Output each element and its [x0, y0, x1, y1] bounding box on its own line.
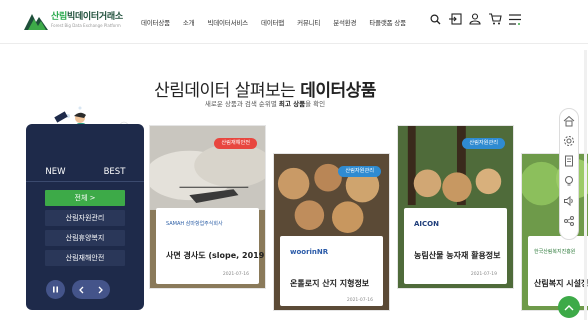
search-icon[interactable]: [428, 12, 442, 26]
logo-subtitle: Forest Big Data Exchange Platform: [51, 22, 121, 28]
nav-other-platforms[interactable]: 타플랫폼 상품: [369, 17, 406, 27]
user-icon[interactable]: [468, 12, 482, 26]
settings-icon[interactable]: [563, 135, 575, 147]
header-icons: [428, 12, 528, 26]
nav-community[interactable]: 커뮤니티: [297, 17, 320, 27]
tab-new[interactable]: NEW: [26, 162, 85, 181]
category-menu: 전체 > 산림자원관리 산림휴양복지 산림재해안전: [45, 190, 125, 270]
prev-icon[interactable]: [78, 286, 85, 294]
card-body: AICON 농림산물 농자재 활용정보 2021-07-19: [404, 208, 507, 284]
document-icon[interactable]: [563, 155, 575, 167]
card-date: 2021-07-16: [346, 298, 373, 303]
nav-about[interactable]: 소개: [183, 17, 195, 27]
page-scrollbar[interactable]: [584, 50, 587, 320]
panel-tabs: NEW BEST: [26, 162, 144, 182]
card-company-logo: 한국산림복지진흥원: [534, 249, 576, 255]
quick-menu: [559, 108, 579, 240]
nav-data-products[interactable]: 데이터상품: [141, 17, 170, 27]
next-icon[interactable]: [97, 286, 104, 294]
cart-icon[interactable]: [488, 12, 502, 26]
product-card[interactable]: 산림자원관리 woorinNR 온톨로지 산지 지형정보 2021-07-16: [273, 153, 390, 311]
category-forest-recreation-button[interactable]: 산림휴양복지: [45, 230, 125, 246]
tab-best[interactable]: BEST: [85, 162, 144, 181]
chevron-up-icon: [564, 304, 574, 310]
card-category-badge: 산림자원관리: [338, 166, 381, 177]
card-title: 사면 경사도 (slope, 2019): [166, 251, 266, 260]
card-category-badge: 산림자원관리: [462, 138, 505, 149]
card-category-badge: 산림재해안전: [214, 138, 257, 149]
nav-analysis-env[interactable]: 분석환경: [333, 17, 356, 27]
card-title: 농림산물 농자재 활용정보: [414, 251, 501, 260]
card-date: 2021-07-16: [222, 272, 249, 277]
card-date: 2021-07-19: [470, 272, 497, 277]
logo-mountain-icon: [24, 14, 48, 30]
speaker-icon[interactable]: [563, 195, 575, 207]
card-body: SAMAH 삼마항업주식회사 사면 경사도 (slope, 2019) 2021…: [156, 208, 265, 284]
category-forest-resources-button[interactable]: 산림자원관리: [45, 210, 125, 226]
site-logo[interactable]: 산림빅데이터거래소 Forest Big Data Exchange Platf…: [24, 10, 123, 30]
share-icon[interactable]: [563, 215, 575, 227]
pause-button[interactable]: [46, 280, 65, 299]
pause-icon: [53, 286, 58, 293]
category-forest-disaster-button[interactable]: 산림재해안전: [45, 250, 125, 266]
login-icon[interactable]: [448, 12, 462, 26]
main-nav: 데이터상품 소개 빅데이터서비스 데이터맵 커뮤니티 분석환경 타플랫폼 상품: [141, 17, 419, 27]
nav-data-map[interactable]: 데이터맵: [261, 17, 284, 27]
nav-bigdata-service[interactable]: 빅데이터서비스: [207, 17, 248, 27]
card-company-logo: AICON: [414, 220, 439, 228]
scroll-top-button[interactable]: [558, 296, 580, 318]
slider-controls: [46, 280, 117, 299]
card-title: 산림복지 시설정: [534, 279, 588, 288]
card-body: woorinNR 온톨로지 산지 지형정보 2021-07-16: [280, 236, 383, 306]
site-header: 산림빅데이터거래소 Forest Big Data Exchange Platf…: [0, 0, 588, 44]
product-card[interactable]: 산림자원관리 AICON 농림산물 농자재 활용정보 2021-07-19: [397, 125, 514, 289]
card-body: 한국산림복지진흥원 산림복지 시설정: [528, 236, 588, 306]
logo-title: 산림빅데이터거래소: [51, 11, 123, 22]
home-icon[interactable]: [563, 115, 575, 127]
menu-icon[interactable]: [508, 12, 522, 26]
category-panel: NEW BEST 전체 > 산림자원관리 산림휴양복지 산림재해안전: [26, 124, 144, 310]
card-company-logo: woorinNR: [290, 248, 329, 256]
product-card[interactable]: 산림재해안전 SAMAH 삼마항업주식회사 사면 경사도 (slope, 201…: [149, 125, 266, 289]
category-all-button[interactable]: 전체 >: [45, 190, 125, 206]
card-title: 온톨로지 산지 지형정보: [290, 279, 370, 288]
prev-next-group: [72, 280, 110, 299]
card-company-logo: SAMAH 삼마항업주식회사: [166, 221, 223, 227]
bulb-icon[interactable]: [563, 175, 575, 187]
